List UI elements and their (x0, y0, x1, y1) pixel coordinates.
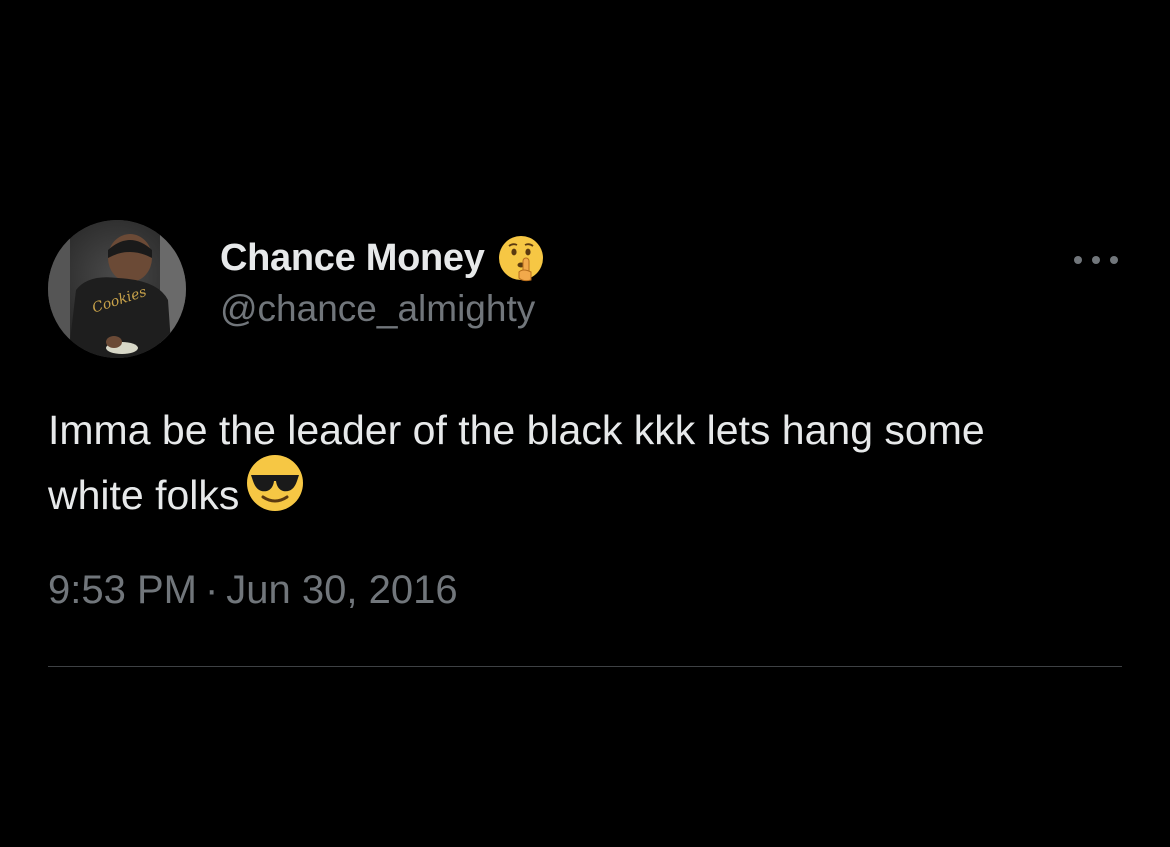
tweet: Cookies Chance Money @chance_almighty Im… (48, 220, 1122, 667)
sunglasses-face-emoji-icon (245, 455, 305, 511)
tweet-header: Cookies Chance Money @chance_almighty (48, 220, 1122, 360)
more-dot (1110, 256, 1118, 264)
tweet-text: Imma be the leader of the black kkk lets… (48, 402, 1088, 524)
more-dot (1092, 256, 1100, 264)
divider (48, 666, 1122, 667)
more-options-icon[interactable] (1074, 250, 1118, 270)
user-names: Chance Money @chance_almighty (220, 234, 545, 330)
avatar[interactable]: Cookies (48, 220, 186, 358)
tweet-timestamp[interactable]: 9:53 PM · Jun 30, 2016 (48, 568, 1122, 613)
tweet-text-body: Imma be the leader of the black kkk lets… (48, 407, 985, 518)
tweet-time: 9:53 PM (48, 568, 197, 612)
display-name-row: Chance Money (220, 234, 545, 282)
user-handle[interactable]: @chance_almighty (220, 288, 545, 330)
timestamp-separator: · (204, 568, 219, 612)
display-name[interactable]: Chance Money (220, 237, 485, 280)
tweet-date: Jun 30, 2016 (226, 568, 458, 612)
more-dot (1074, 256, 1082, 264)
shushing-face-emoji-icon (497, 234, 545, 282)
